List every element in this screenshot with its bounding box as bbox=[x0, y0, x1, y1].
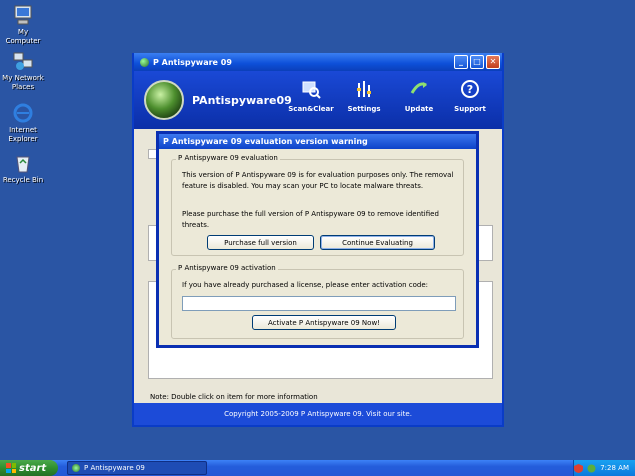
computer-icon bbox=[14, 5, 32, 25]
evaluation-text: This version of P Antispyware 09 is for … bbox=[182, 171, 454, 190]
update-icon bbox=[410, 82, 427, 94]
activate-now-button[interactable]: Activate P Antispyware 09 Now! bbox=[252, 315, 396, 330]
nav-settings[interactable]: Settings bbox=[339, 79, 389, 113]
evaluation-group-legend: P Antispyware 09 evaluation bbox=[176, 154, 280, 162]
start-button[interactable]: start bbox=[0, 460, 58, 476]
security-tray-icon[interactable] bbox=[574, 463, 584, 473]
nav-update[interactable]: Update bbox=[394, 79, 444, 113]
start-label: start bbox=[19, 462, 47, 474]
network-icon bbox=[13, 52, 33, 70]
taskbar: start P Antispyware 09 7:28 AM bbox=[0, 460, 635, 476]
settings-icon bbox=[357, 81, 371, 97]
taskbar-item-label: P Antispyware 09 bbox=[84, 464, 145, 472]
nav-support[interactable]: ? Support bbox=[445, 79, 495, 113]
nav-label: Update bbox=[404, 105, 434, 113]
desktop-icon-label: Recycle Bin bbox=[2, 176, 44, 184]
evaluation-group: P Antispyware 09 evaluation This version… bbox=[171, 154, 464, 256]
nav-scan-clear[interactable]: Scan&Clear bbox=[286, 79, 336, 113]
window-title: P Antispyware 09 bbox=[153, 57, 232, 67]
nav-label: Settings bbox=[347, 105, 381, 113]
scan-icon bbox=[302, 81, 321, 99]
app-footer: Copyright 2005-2009 P Antispyware 09. Vi… bbox=[134, 403, 502, 425]
desktop-icon-label: My Computer bbox=[5, 28, 41, 45]
app-name: PAntispyware09 bbox=[192, 93, 292, 107]
desktop-icon-label: My Network Places bbox=[2, 74, 44, 91]
recycle-bin-icon bbox=[16, 156, 30, 173]
svg-text:?: ? bbox=[467, 83, 473, 96]
evaluation-dialog: P Antispyware 09 evaluation version warn… bbox=[156, 131, 479, 348]
desktop-icon-internet-explorer[interactable]: Internet Explorer bbox=[0, 102, 46, 144]
desktop-icon-my-network-places[interactable]: My Network Places bbox=[0, 50, 46, 92]
internet-explorer-icon bbox=[13, 103, 33, 123]
support-icon: ? bbox=[461, 80, 479, 98]
minimize-button[interactable]: _ bbox=[454, 55, 468, 69]
maximize-button[interactable]: □ bbox=[470, 55, 484, 69]
app-header: PAntispyware09 Scan&Clear Settings Updat… bbox=[134, 71, 502, 129]
dialog-titlebar[interactable]: P Antispyware 09 evaluation version warn… bbox=[159, 134, 476, 149]
purchase-text: Please purchase the full version of P An… bbox=[182, 210, 439, 229]
activation-group: P Antispyware 09 activation If you have … bbox=[171, 264, 464, 339]
system-tray: 7:28 AM bbox=[573, 460, 635, 476]
copyright-text: Copyright 2005-2009 P Antispyware 09. Vi… bbox=[224, 410, 412, 418]
taskbar-item-pantispyware[interactable]: P Antispyware 09 bbox=[67, 461, 207, 475]
windows-flag-icon bbox=[6, 463, 16, 473]
app-titlebar[interactable]: P Antispyware 09 _ □ ✕ bbox=[134, 53, 502, 71]
purchase-full-version-button[interactable]: Purchase full version bbox=[207, 235, 314, 250]
activation-text: If you have already purchased a license,… bbox=[182, 281, 429, 289]
desktop-icon-label: Internet Explorer bbox=[8, 126, 38, 143]
dialog-title: P Antispyware 09 evaluation version warn… bbox=[163, 137, 368, 146]
clock: 7:28 AM bbox=[600, 464, 629, 472]
app-title-icon bbox=[140, 57, 149, 67]
continue-evaluating-button[interactable]: Continue Evaluating bbox=[320, 235, 435, 250]
note-text: Note: Double click on item for more info… bbox=[150, 393, 318, 401]
nav-label: Support bbox=[454, 105, 486, 113]
activation-group-legend: P Antispyware 09 activation bbox=[176, 264, 278, 272]
app-logo bbox=[144, 80, 184, 120]
desktop-icon-recycle-bin[interactable]: Recycle Bin bbox=[0, 152, 46, 185]
app-tray-icon[interactable] bbox=[587, 464, 596, 473]
app-task-icon bbox=[72, 464, 80, 472]
nav-label: Scan&Clear bbox=[288, 105, 334, 113]
close-button[interactable]: ✕ bbox=[486, 55, 500, 69]
activation-code-input[interactable] bbox=[182, 296, 456, 311]
desktop-icon-my-computer[interactable]: My Computer bbox=[0, 4, 46, 46]
